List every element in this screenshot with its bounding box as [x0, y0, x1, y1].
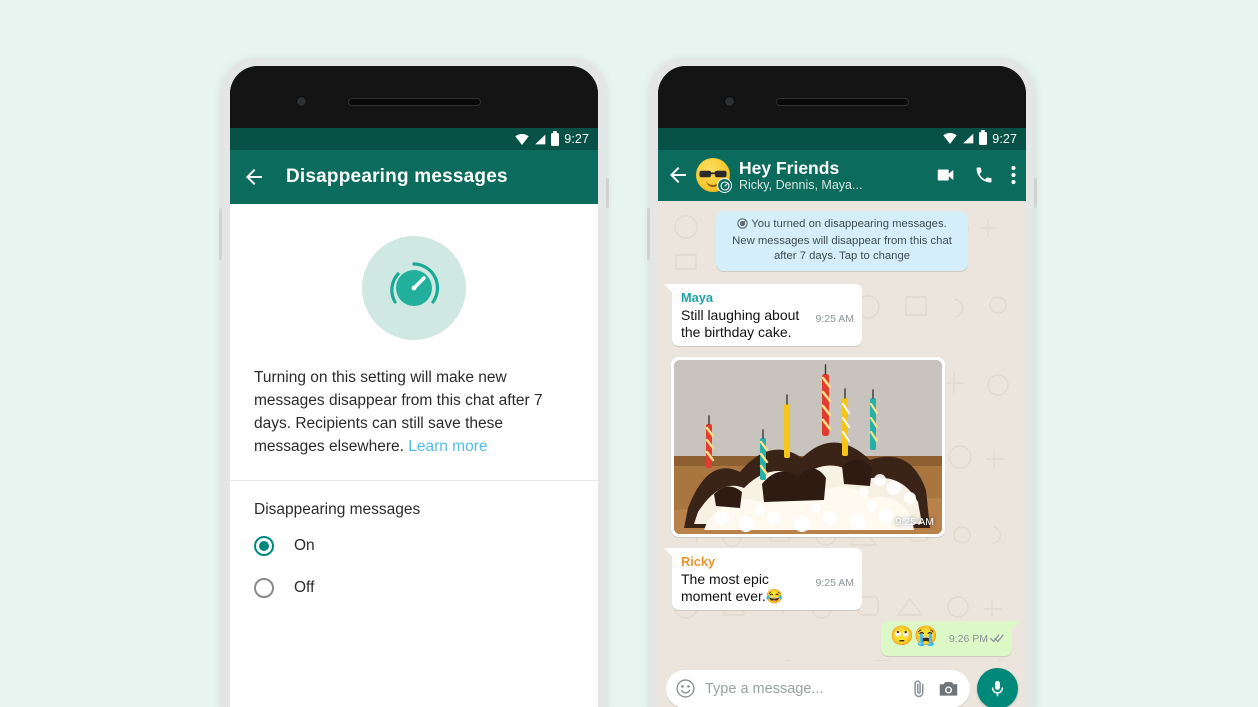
learn-more-link[interactable]: Learn more: [408, 438, 487, 455]
phone-bezel-top: [230, 66, 598, 128]
message-bubble-image[interactable]: 9:25 AM: [671, 357, 945, 538]
volume-button: [647, 208, 650, 260]
radio-label-on: On: [294, 537, 315, 554]
message-composer: Type a message...: [658, 661, 1026, 707]
front-camera-icon: [724, 96, 735, 107]
phone-bezel-top: [658, 66, 1026, 128]
message-bubble-maya[interactable]: Maya 9:25 AM Still laughing about the bi…: [664, 284, 862, 347]
status-clock: 9:27: [564, 132, 589, 146]
description-paragraph: Turning on this setting will make new me…: [254, 369, 543, 455]
system-notice-disappearing-messages[interactable]: You turned on disappearing messages. New…: [716, 211, 968, 272]
earpiece-speaker: [776, 98, 909, 106]
left-screen: 9:27 Disappearing messages Turning on th…: [230, 128, 598, 707]
page-title: Disappearing messages: [286, 166, 508, 187]
message-sender-name: Maya: [681, 290, 714, 306]
status-bar: 9:27: [658, 128, 1026, 150]
chat-message-list[interactable]: You turned on disappearing messages. New…: [658, 201, 1026, 661]
earpiece-speaker: [348, 98, 481, 106]
wifi-icon: [515, 133, 529, 145]
chat-header-actions: [927, 164, 1016, 186]
image-timestamp: 9:25 AM: [895, 516, 934, 529]
status-clock: 9:27: [992, 131, 1017, 146]
message-text: 9:25 AM Still laughing about the birthda…: [681, 307, 854, 341]
video-call-icon[interactable]: [935, 164, 957, 186]
camera-icon[interactable]: [938, 679, 959, 698]
message-bubble-outgoing[interactable]: 🙄😭 9:26 PM: [881, 621, 1020, 657]
chat-participants: Ricky, Dennis, Maya...: [739, 177, 863, 192]
message-body: Still laughing about the birthday cake.: [681, 307, 800, 341]
sunglasses-icon: [699, 171, 727, 178]
message-timestamp: 9:26 PM: [949, 633, 1004, 645]
avatar[interactable]: [696, 158, 732, 194]
battery-icon: [979, 130, 988, 146]
radio-button-off[interactable]: [254, 578, 274, 598]
left-app-bar: Disappearing messages: [230, 150, 598, 204]
wifi-icon: [943, 133, 957, 145]
overflow-menu-icon[interactable]: [1011, 165, 1016, 185]
right-screen: 9:27 Hey Friends Ricky, Dennis, Maya... …: [658, 128, 1026, 707]
message-input-placeholder[interactable]: Type a message...: [705, 681, 900, 697]
radio-option-on[interactable]: On: [230, 525, 598, 567]
radio-label-off: Off: [294, 579, 315, 596]
message-body: The most epic moment ever.: [681, 571, 769, 605]
description-text: Turning on this setting will make new me…: [230, 366, 598, 480]
timer-icon: [737, 218, 748, 234]
microphone-icon: [991, 680, 1004, 697]
message-text: 9:25 AM The most epic moment ever.😂: [681, 571, 854, 605]
radio-button-on[interactable]: [254, 536, 274, 556]
chat-app-bar: Hey Friends Ricky, Dennis, Maya...: [658, 149, 1026, 202]
radio-option-off[interactable]: Off: [230, 567, 598, 609]
voice-call-icon[interactable]: [974, 165, 994, 185]
section-label: Disappearing messages: [254, 501, 421, 518]
attachment-clip-icon[interactable]: [909, 679, 929, 699]
hero-illustration: [230, 204, 598, 366]
back-arrow-icon[interactable]: [242, 165, 266, 189]
read-receipt-icon: [990, 629, 1004, 651]
voice-record-button[interactable]: [977, 668, 1018, 707]
power-button: [606, 178, 609, 208]
message-bubble-ricky[interactable]: Ricky 9:25 AM The most epic moment ever.…: [664, 548, 862, 611]
battery-icon: [551, 130, 560, 146]
timer-badge-icon: [717, 178, 732, 194]
hero-circle: [362, 236, 466, 340]
timer-glyph-icon: [719, 181, 730, 191]
message-timestamp: 9:25 AM: [815, 313, 854, 326]
power-button: [1034, 178, 1037, 208]
message-emoji: 😂: [765, 588, 784, 605]
left-phone-device: 9:27 Disappearing messages Turning on th…: [219, 58, 609, 707]
cellular-signal-icon: [963, 133, 974, 144]
timer-illustration-icon: [390, 262, 440, 306]
message-timestamp: 9:25 AM: [815, 577, 854, 590]
volume-button: [219, 208, 222, 260]
message-sender-name: Ricky: [681, 554, 716, 570]
status-bar: 9:27: [230, 128, 598, 150]
system-notice-text: You turned on disappearing messages. New…: [732, 218, 952, 263]
chat-title: Hey Friends: [739, 157, 840, 178]
emoji-icon[interactable]: [675, 678, 696, 699]
right-phone-device: 9:27 Hey Friends Ricky, Dennis, Maya... …: [647, 58, 1037, 707]
cellular-signal-icon: [535, 134, 546, 144]
birthday-cake-photo: [674, 360, 942, 535]
front-camera-icon: [296, 96, 307, 107]
back-arrow-icon[interactable]: [666, 163, 690, 187]
message-input-pill[interactable]: Type a message...: [666, 669, 970, 707]
message-emoji: 🙄😭: [890, 626, 938, 648]
message-text: 🙄😭 9:26 PM: [890, 626, 1004, 651]
chat-header-text[interactable]: Hey Friends Ricky, Dennis, Maya...: [739, 158, 927, 193]
